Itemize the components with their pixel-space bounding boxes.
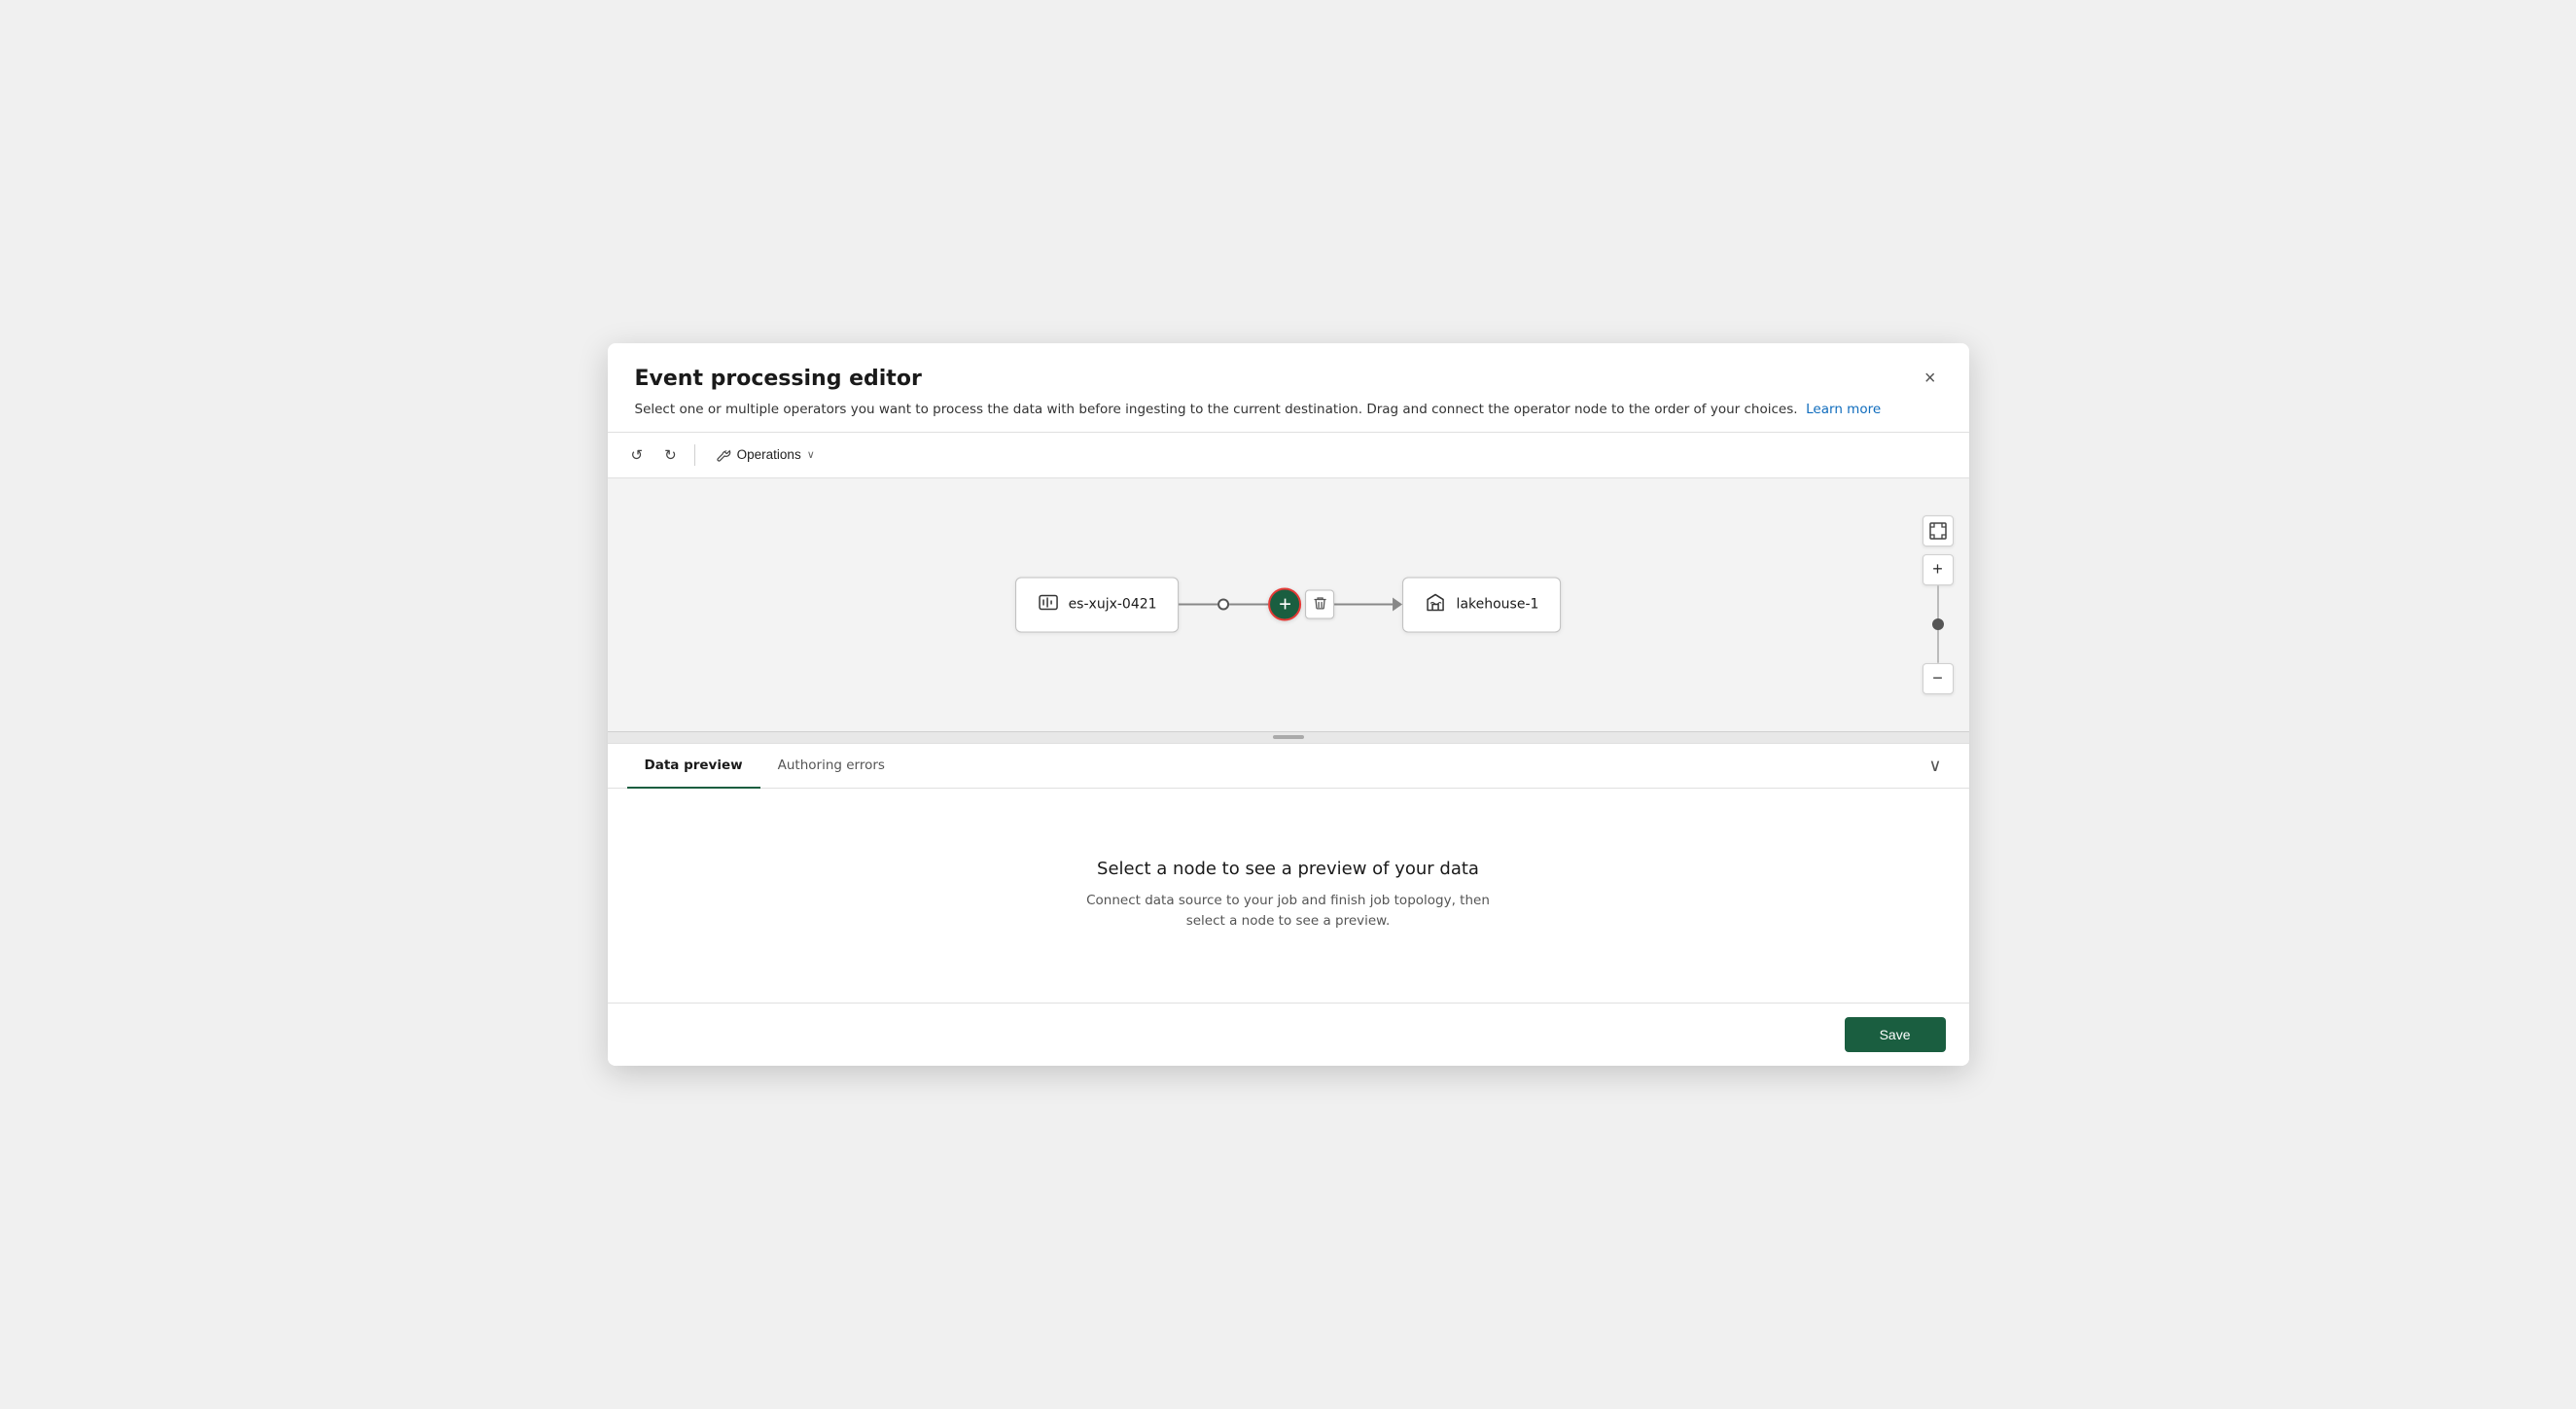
event-stream-icon	[1038, 591, 1059, 613]
canvas-area: es-xujx-0421 +	[608, 478, 1969, 731]
save-button[interactable]: Save	[1845, 1017, 1946, 1052]
tabs-row: Data preview Authoring errors ∨	[608, 744, 1969, 789]
operations-chevron: ∨	[807, 448, 815, 461]
connector-left-line	[1180, 604, 1218, 606]
destination-node-icon	[1426, 591, 1447, 617]
undo-button[interactable]: ↺	[623, 440, 652, 470]
toolbar-divider	[694, 444, 695, 466]
zoom-in-button[interactable]: +	[1923, 554, 1954, 585]
data-preview-content: Select a node to see a preview of your d…	[608, 789, 1969, 1003]
connector-arrow	[1394, 598, 1403, 612]
connector-dot	[1218, 599, 1230, 611]
tab-data-preview[interactable]: Data preview	[627, 744, 760, 789]
zoom-fit-button[interactable]	[1923, 515, 1954, 546]
connector-mid-right	[1335, 604, 1394, 606]
source-node[interactable]: es-xujx-0421	[1015, 577, 1180, 632]
operations-button[interactable]: Operations ∨	[705, 441, 826, 469]
modal-description: Select one or multiple operators you wan…	[635, 400, 1942, 419]
resize-grip	[1273, 735, 1304, 739]
title-row: Event processing editor ×	[635, 365, 1942, 392]
bottom-panel: Data preview Authoring errors ∨ Select a…	[608, 743, 1969, 1003]
connector-controls: +	[1269, 588, 1335, 621]
source-node-label: es-xujx-0421	[1069, 597, 1157, 613]
tab-authoring-errors[interactable]: Authoring errors	[760, 744, 902, 789]
source-node-icon	[1038, 591, 1059, 617]
toolbar: ↺ ↻ Operations ∨	[608, 432, 1969, 478]
collapse-icon: ∨	[1928, 756, 1941, 775]
fit-screen-icon	[1929, 522, 1947, 540]
operations-label: Operations	[737, 447, 801, 462]
wrench-icon	[716, 447, 731, 463]
close-button[interactable]: ×	[1919, 365, 1942, 392]
zoom-slider-thumb[interactable]	[1932, 618, 1944, 630]
modal-title: Event processing editor	[635, 367, 922, 391]
modal-footer: Save	[608, 1003, 1969, 1066]
preview-empty-title: Select a node to see a preview of your d…	[1097, 859, 1479, 879]
learn-more-link[interactable]: Learn more	[1806, 402, 1881, 417]
lakehouse-icon	[1426, 591, 1447, 613]
delete-node-icon	[1313, 595, 1327, 614]
collapse-button[interactable]: ∨	[1921, 752, 1949, 780]
zoom-controls: + −	[1923, 515, 1954, 694]
canvas-resize-handle[interactable]	[608, 731, 1969, 743]
connector-mid-left	[1230, 604, 1269, 606]
add-node-icon: +	[1279, 594, 1291, 616]
add-node-button[interactable]: +	[1269, 588, 1302, 621]
redo-button[interactable]: ↻	[656, 440, 685, 470]
event-processing-editor-modal: Event processing editor × Select one or …	[608, 343, 1969, 1065]
flow-diagram: es-xujx-0421 +	[1015, 577, 1562, 632]
tabs-list: Data preview Authoring errors	[627, 744, 902, 788]
delete-node-button[interactable]	[1306, 590, 1335, 619]
destination-node[interactable]: lakehouse-1	[1403, 577, 1562, 632]
destination-node-label: lakehouse-1	[1457, 597, 1539, 613]
modal-header: Event processing editor × Select one or …	[608, 343, 1969, 431]
preview-empty-description: Connect data source to your job and fini…	[1084, 891, 1493, 933]
zoom-out-button[interactable]: −	[1923, 663, 1954, 694]
zoom-slider-track	[1937, 585, 1939, 663]
